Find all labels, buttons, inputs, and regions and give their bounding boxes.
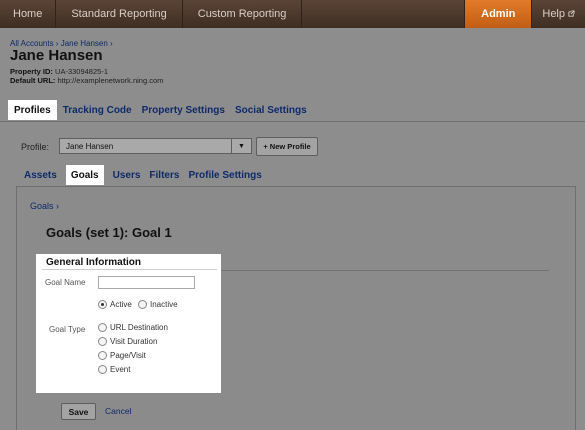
- goal-type-url-destination-label: URL Destination: [110, 323, 168, 332]
- goal-name-input[interactable]: [98, 276, 195, 289]
- goal-type-visit-duration-label: Visit Duration: [110, 337, 158, 346]
- goals-breadcrumb[interactable]: Goals ›: [30, 201, 59, 211]
- subtab-filters[interactable]: Filters: [149, 165, 179, 185]
- profile-select[interactable]: Jane Hansen ▼: [59, 138, 252, 154]
- nav-admin[interactable]: Admin: [464, 0, 533, 28]
- top-nav: Home Standard Reporting Custom Reporting…: [0, 0, 585, 28]
- radio-page-visit[interactable]: [98, 351, 107, 360]
- goal-type-page-visit-label: Page/Visit: [110, 351, 146, 360]
- tab-social-settings[interactable]: Social Settings: [231, 100, 311, 120]
- section-title-divider: [42, 269, 217, 270]
- goal-heading: Goals (set 1): Goal 1: [46, 225, 172, 240]
- subtab-assets[interactable]: Assets: [24, 165, 57, 185]
- property-id-label: Property ID:: [10, 67, 53, 76]
- subtab-goals[interactable]: Goals: [65, 165, 104, 185]
- property-id-value: UA-33094825-1: [55, 67, 108, 76]
- property-id-line: Property ID: UA-33094825-1: [10, 67, 108, 76]
- tabs-divider: [0, 121, 585, 122]
- status-active-label: Active: [110, 300, 132, 309]
- radio-url-destination[interactable]: [98, 323, 107, 332]
- default-url-value: http://examplenetwork.ning.com: [57, 76, 164, 85]
- main-tabs: Profiles Tracking Code Property Settings…: [8, 100, 313, 120]
- tab-tracking-code[interactable]: Tracking Code: [59, 100, 136, 120]
- profile-select-value: Jane Hansen: [66, 142, 114, 151]
- subtab-users[interactable]: Users: [113, 165, 141, 185]
- nav-home[interactable]: Home: [0, 0, 57, 28]
- status-active-option[interactable]: Active: [98, 300, 132, 309]
- default-url-label: Default URL:: [10, 76, 56, 85]
- section-title: General Information: [46, 257, 142, 268]
- goal-name-label: Goal Name: [45, 278, 86, 287]
- radio-active[interactable]: [98, 300, 107, 309]
- nav-standard-reporting[interactable]: Standard Reporting: [56, 0, 183, 28]
- goal-type-visit-duration[interactable]: Visit Duration: [98, 337, 157, 346]
- dropdown-arrow-icon: ▼: [231, 139, 251, 153]
- new-profile-button[interactable]: + New Profile: [256, 137, 318, 156]
- nav-help[interactable]: Help: [532, 0, 585, 28]
- status-inactive-option[interactable]: Inactive: [138, 300, 178, 309]
- external-link-icon: [568, 8, 575, 20]
- nav-custom-reporting[interactable]: Custom Reporting: [183, 0, 303, 28]
- status-inactive-label: Inactive: [150, 300, 178, 309]
- default-url-line: Default URL: http://examplenetwork.ning.…: [10, 76, 163, 85]
- goal-type-label: Goal Type: [49, 325, 86, 334]
- goal-type-page-visit[interactable]: Page/Visit: [98, 351, 146, 360]
- account-title: Jane Hansen: [10, 47, 103, 64]
- goal-type-event[interactable]: Event: [98, 365, 130, 374]
- profile-label: Profile:: [21, 142, 50, 152]
- subtab-profile-settings[interactable]: Profile Settings: [188, 165, 261, 185]
- goal-type-url-destination[interactable]: URL Destination: [98, 323, 168, 332]
- general-information-section: General Information Goal Name Active Ina…: [36, 254, 221, 393]
- radio-event[interactable]: [98, 365, 107, 374]
- tab-profiles[interactable]: Profiles: [8, 100, 57, 120]
- nav-help-label: Help: [542, 8, 565, 20]
- tab-property-settings[interactable]: Property Settings: [138, 100, 229, 120]
- cancel-link[interactable]: Cancel: [105, 406, 131, 416]
- radio-visit-duration[interactable]: [98, 337, 107, 346]
- goal-type-event-label: Event: [110, 365, 131, 374]
- save-button[interactable]: Save: [61, 403, 96, 420]
- sub-tabs: Assets Goals Users Filters Profile Setti…: [24, 165, 271, 185]
- radio-inactive[interactable]: [138, 300, 147, 309]
